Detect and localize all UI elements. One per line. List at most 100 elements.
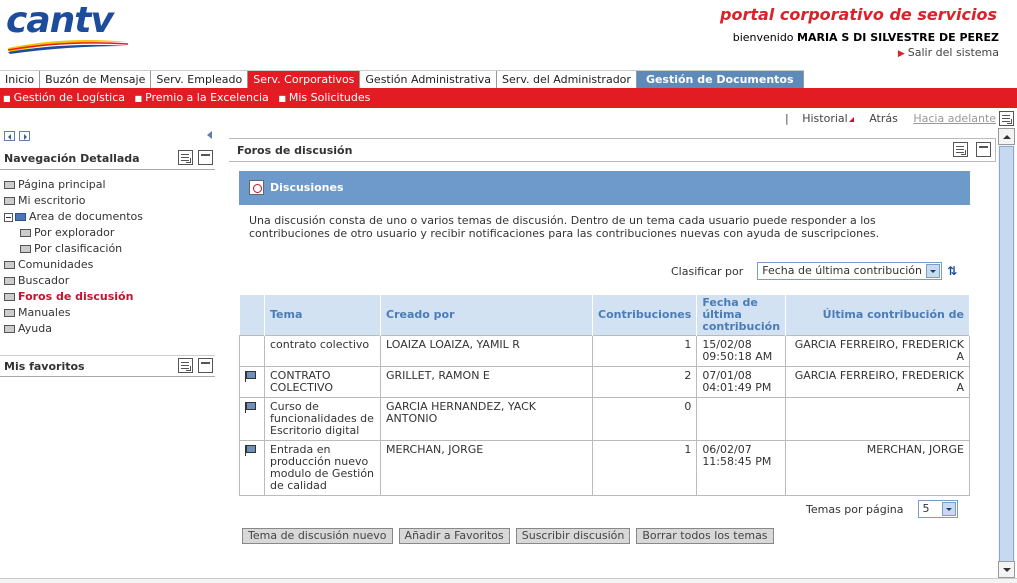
sort-direction-icon[interactable]: ⇅ xyxy=(947,264,957,278)
folder-icon xyxy=(4,261,15,269)
folder-icon xyxy=(20,229,31,237)
sidebar-item-foros-de-discusion[interactable]: Foros de discusión xyxy=(4,289,143,305)
nav-panel-title: Navegación Detallada xyxy=(4,152,140,165)
flag-cell xyxy=(239,366,265,398)
sidebar-controls xyxy=(4,131,34,144)
vertical-scrollbar[interactable] xyxy=(998,128,1015,578)
per-page-select[interactable]: 5 xyxy=(917,500,958,518)
new-topic-button[interactable]: Tema de discusión nuevo xyxy=(242,528,393,544)
table-row[interactable]: CONTRATO COLECTIVO GRILLET, RAMON E 2 07… xyxy=(239,366,970,398)
cell-tema[interactable]: Entrada en producción nuevo modulo de Ge… xyxy=(264,440,381,496)
cell-fecha: 06/02/07 11:58:45 PM xyxy=(696,440,787,496)
add-to-favorites-button[interactable]: Añadir a Favoritos xyxy=(398,528,510,544)
subnav-item-premio[interactable]: ■ Premio a la Excelencia xyxy=(135,91,269,104)
folder-icon xyxy=(4,325,15,333)
logout-link[interactable]: ▶ Salir del sistema xyxy=(898,46,999,59)
tab-gestion-de-documentos[interactable]: Gestión de Documentos xyxy=(636,71,804,89)
cell-contribuciones: 2 xyxy=(591,366,698,398)
cell-creado-por: GRILLET, RAMON E xyxy=(380,366,593,398)
scroll-down-icon[interactable] xyxy=(998,561,1015,578)
sidebar-item-area-de-documentos[interactable]: Area de documentos xyxy=(4,209,143,225)
folder-icon xyxy=(4,181,15,189)
edit-icon[interactable] xyxy=(953,142,968,157)
cantv-logo[interactable]: cantv xyxy=(6,0,130,56)
flag-cell xyxy=(239,335,265,367)
minimize-icon[interactable] xyxy=(198,150,213,165)
tab-inicio[interactable]: Inicio xyxy=(0,71,41,89)
action-buttons: Tema de discusión nuevo Añadir a Favorit… xyxy=(242,528,774,544)
scroll-up-icon[interactable] xyxy=(998,128,1015,145)
tab-serv-empleado[interactable]: Serv. Empleado xyxy=(151,71,249,89)
subnav-item-logistica[interactable]: ■ Gestión de Logística xyxy=(3,91,125,104)
next-icon[interactable] xyxy=(19,131,30,141)
panel-icons xyxy=(178,358,213,373)
delete-all-topics-button[interactable]: Borrar todos los temas xyxy=(636,528,774,544)
sidebar-item-buscador[interactable]: Buscador xyxy=(4,273,143,289)
sidebar-item-label: Manuales xyxy=(18,306,71,319)
minimize-icon[interactable] xyxy=(198,358,213,373)
cell-fecha xyxy=(696,397,787,441)
tab-buzon-de-mensaje[interactable]: Buzón de Mensaje xyxy=(40,71,152,89)
table-row[interactable]: contrato colectivo LOAIZA LOAIZA, YAMIL … xyxy=(239,335,970,367)
sidebar-item-mi-escritorio[interactable]: Mi escritorio xyxy=(4,193,143,209)
sidebar-item-pagina-principal[interactable]: Página principal xyxy=(4,177,143,193)
col-creado-por[interactable]: Creado por xyxy=(380,295,593,336)
subscribe-button[interactable]: Suscribir discusión xyxy=(515,528,631,544)
table-row[interactable]: Entrada en producción nuevo modulo de Ge… xyxy=(239,440,970,496)
favorites-panel-title: Mis favoritos xyxy=(4,360,85,373)
table-header-row: Tema Creado por Contribuciones Fecha de … xyxy=(239,295,970,336)
flag-cell xyxy=(239,397,265,441)
history-toolbar: | Historial Atrás Hacia adelante xyxy=(785,112,996,125)
bullet-icon: ■ xyxy=(134,94,143,103)
table-row[interactable]: Curso de funcionalidades de Escritorio d… xyxy=(239,397,970,441)
scroll-thumb[interactable] xyxy=(999,146,1014,577)
per-page-label: Temas por página xyxy=(806,502,904,516)
folder-icon xyxy=(4,309,15,317)
subnav-item-solicitudes[interactable]: ■ Mis Solicitudes xyxy=(278,91,370,104)
cell-ultima xyxy=(785,397,970,441)
folder-icon xyxy=(4,197,15,205)
sidebar-item-label: Ayuda xyxy=(18,322,52,335)
col-tema[interactable]: Tema xyxy=(264,295,381,336)
sidebar-item-por-clasificacion[interactable]: Por clasificación xyxy=(4,241,143,257)
portlet-icons xyxy=(953,142,991,157)
history-label: Historial xyxy=(802,112,848,125)
col-ultima-contribucion[interactable]: Última contribución de xyxy=(785,295,970,336)
edit-icon[interactable] xyxy=(178,150,193,165)
minimize-icon[interactable] xyxy=(976,142,991,157)
sidebar-item-manuales[interactable]: Manuales xyxy=(4,305,143,321)
cell-creado-por: LOAIZA LOAIZA, YAMIL R xyxy=(380,335,593,367)
sort-select[interactable]: Fecha de última contribución xyxy=(757,262,943,280)
cell-tema[interactable]: contrato colectivo xyxy=(264,335,381,367)
cell-tema[interactable]: Curso de funcionalidades de Escritorio d… xyxy=(264,397,381,441)
collapse-tree-icon[interactable] xyxy=(4,212,13,222)
cell-creado-por: GARCIA HERNANDEZ, YACK ANTONIO xyxy=(380,397,593,441)
sidebar-item-ayuda[interactable]: Ayuda xyxy=(4,321,143,337)
back-link[interactable]: Atrás xyxy=(869,112,898,125)
edit-icon[interactable] xyxy=(178,358,193,373)
page-edit-icon[interactable] xyxy=(999,111,1014,126)
sidebar-item-por-explorador[interactable]: Por explorador xyxy=(4,225,143,241)
sub-navigation: ■ Gestión de Logística ■ Premio a la Excel… xyxy=(0,88,1017,108)
history-link[interactable]: Historial xyxy=(802,112,854,125)
col-fecha[interactable]: Fecha de última contribución xyxy=(696,295,787,336)
per-page-control: Temas por página 5 xyxy=(806,500,958,518)
dropdown-triangle-icon xyxy=(848,117,854,122)
folder-open-icon xyxy=(15,213,26,221)
tab-serv-del-administrador[interactable]: Serv. del Administrador xyxy=(497,71,637,89)
cell-contribuciones: 1 xyxy=(591,440,698,496)
cell-tema[interactable]: CONTRATO COLECTIVO xyxy=(264,366,381,398)
tab-serv-corporativos[interactable]: Serv. Corporativos xyxy=(248,71,361,89)
flag-cell xyxy=(239,440,265,496)
forward-link[interactable]: Hacia adelante xyxy=(913,112,996,125)
section-title: Discusiones xyxy=(270,181,344,194)
col-contribuciones[interactable]: Contribuciones xyxy=(592,295,698,336)
discussion-icon xyxy=(249,180,264,195)
tab-gestion-administrativa[interactable]: Gestión Administrativa xyxy=(360,71,498,89)
flag-icon xyxy=(245,445,256,456)
nav-tree: Página principal Mi escritorio Area de d… xyxy=(4,177,143,337)
flag-icon xyxy=(245,371,256,382)
prev-icon[interactable] xyxy=(4,131,15,141)
collapse-sidebar-icon[interactable] xyxy=(207,131,212,139)
sidebar-item-comunidades[interactable]: Comunidades xyxy=(4,257,143,273)
